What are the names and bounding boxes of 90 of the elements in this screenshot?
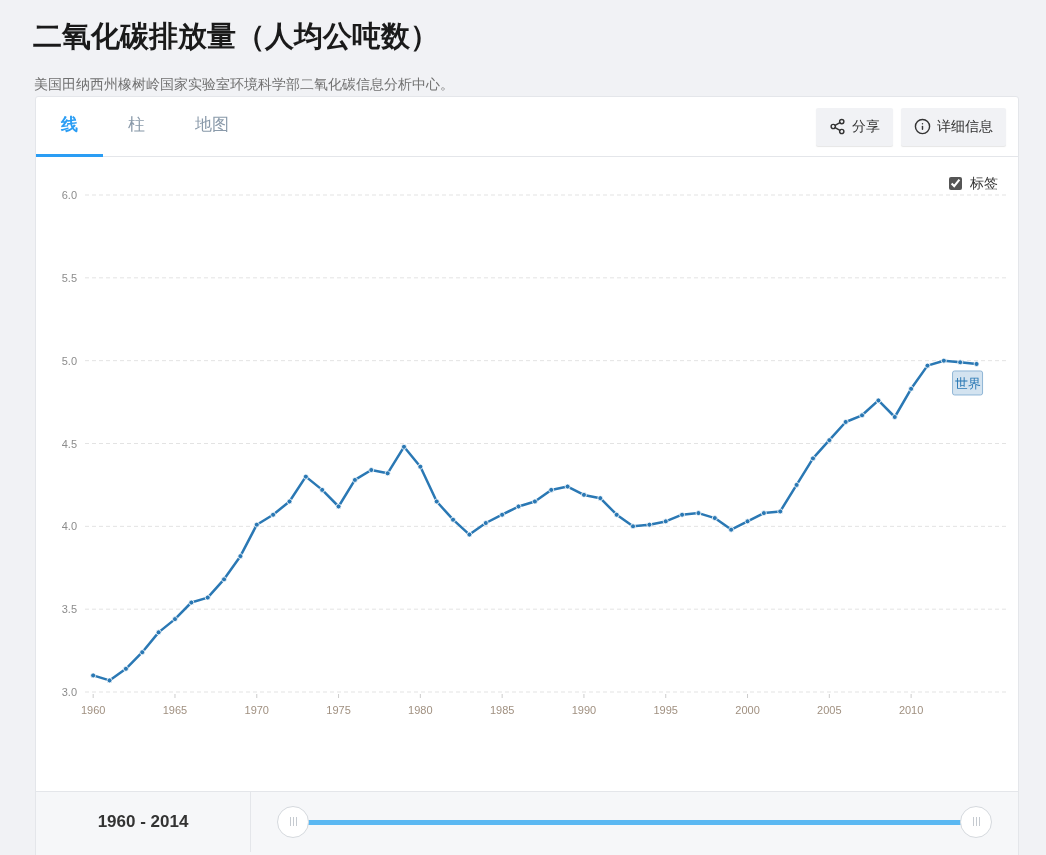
data-point: [940, 357, 947, 364]
data-point: [957, 359, 964, 366]
y-axis-label: 3.5: [61, 603, 77, 616]
data-point: [286, 498, 293, 505]
x-axis-label: 2005: [817, 704, 842, 716]
x-axis-label: 2000: [735, 704, 760, 716]
data-point: [777, 508, 784, 515]
series-label: 世界: [954, 375, 981, 391]
source-text: 美国田纳西州橡树岭国家实验室环境科学部二氧化碳信息分析中心。: [34, 75, 455, 93]
data-point: [450, 516, 456, 523]
data-point: [728, 526, 735, 533]
data-point: [106, 677, 113, 684]
year-range-slider[interactable]: [277, 806, 992, 838]
data-point: [352, 477, 358, 483]
data-point: [335, 503, 342, 510]
page-title: 二氧化碳排放量（人均公吨数）: [33, 19, 440, 54]
series-label: 世界: [952, 370, 984, 396]
data-point: [90, 672, 97, 679]
data-point: [515, 503, 522, 510]
data-point: [842, 419, 849, 425]
data-point: [613, 511, 620, 518]
slider-handle[interactable]: [960, 805, 992, 838]
x-axis-label: 1975: [326, 704, 351, 716]
data-point: [662, 518, 669, 525]
data-point: [581, 491, 587, 498]
x-axis-label: 1965: [162, 704, 188, 716]
data-point: [253, 521, 260, 528]
data-point: [531, 498, 538, 505]
data-point: [711, 515, 718, 521]
slider-handle[interactable]: [277, 805, 309, 838]
checkbox-label: 标签: [970, 174, 998, 193]
data-point: [973, 361, 980, 367]
data-point: [270, 511, 277, 518]
info-button[interactable]: 详细信息: [901, 107, 1006, 146]
data-point: [548, 487, 555, 493]
y-axis-label: 4.0: [61, 520, 77, 533]
data-point: [417, 463, 424, 470]
info-icon: [914, 118, 931, 135]
chart-type-tab[interactable]: 地图: [170, 96, 254, 157]
data-point: [204, 594, 211, 601]
data-point: [172, 616, 178, 622]
data-point: [237, 553, 244, 560]
share-button[interactable]: 分享: [816, 107, 893, 146]
y-axis-label: 5.0: [61, 354, 77, 367]
data-point: [875, 397, 882, 404]
data-point: [384, 470, 391, 477]
data-point: [319, 487, 326, 493]
data-point: [630, 523, 636, 530]
data-point: [123, 665, 129, 672]
chart-type-tab[interactable]: 柱: [103, 96, 170, 157]
x-axis-label: 1980: [408, 704, 433, 716]
data-point: [155, 629, 162, 636]
data-point: [891, 414, 898, 420]
chart-type-tab[interactable]: 线: [36, 96, 103, 157]
y-axis-label: 6.0: [61, 189, 77, 201]
y-axis-label: 3.0: [61, 686, 77, 698]
year-range-text: 1960 - 2014: [36, 792, 251, 852]
data-point: [482, 520, 489, 526]
data-point: [139, 649, 146, 656]
data-point: [302, 473, 309, 480]
data-point: [826, 437, 833, 444]
data-point: [646, 521, 653, 528]
data-point: [466, 531, 473, 538]
labels-checkbox[interactable]: [949, 177, 962, 190]
x-axis-label: 1990: [571, 704, 597, 716]
data-point: [859, 412, 865, 419]
y-axis-label: 5.5: [61, 271, 77, 284]
data-point: [679, 511, 685, 518]
data-point: [761, 510, 767, 516]
data-point: [695, 510, 702, 516]
x-axis-label: 1970: [244, 704, 269, 716]
data-point: [793, 482, 800, 488]
data-point: [499, 511, 506, 518]
data-point: [564, 483, 571, 490]
x-axis-label: 1960: [80, 704, 106, 716]
data-point: [401, 443, 407, 450]
x-axis-label: 1995: [653, 704, 678, 716]
share-icon: [829, 118, 846, 135]
data-point: [924, 362, 931, 369]
data-point: [221, 576, 227, 583]
data-point: [368, 467, 375, 473]
data-point: [810, 455, 816, 462]
data-point: [188, 599, 195, 606]
data-point: [433, 498, 440, 505]
data-point: [597, 495, 604, 502]
data-point: [908, 385, 914, 392]
x-axis-label: 1985: [489, 704, 515, 716]
x-axis-label: 2010: [898, 704, 924, 716]
y-axis-label: 4.5: [61, 437, 77, 450]
data-point: [744, 518, 751, 525]
